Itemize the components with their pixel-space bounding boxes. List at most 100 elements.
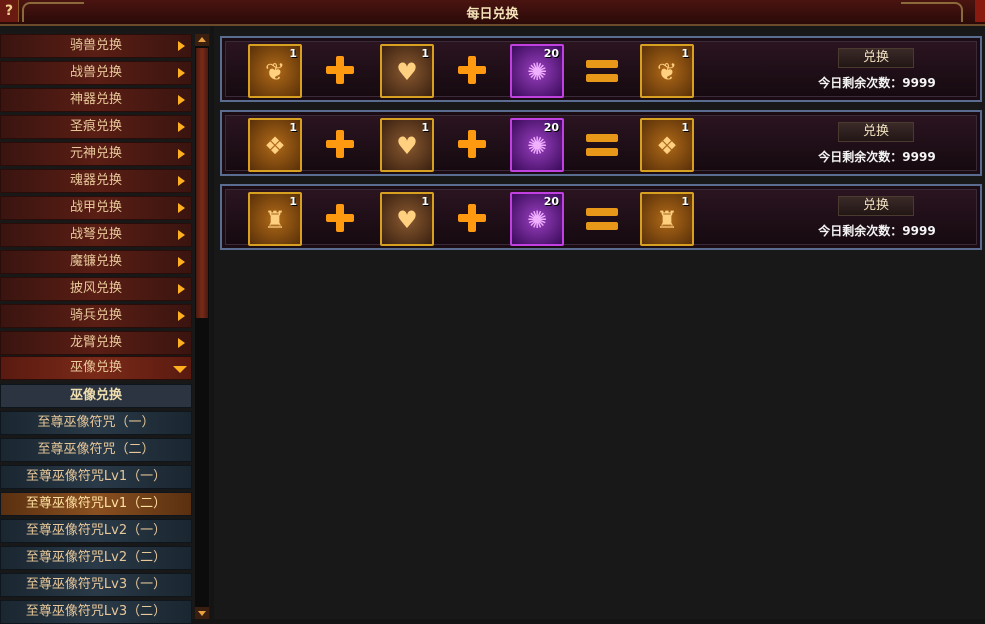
category-label: 魂器兑换 [69,173,122,188]
arrow-right-icon [178,95,185,105]
item-count: 1 [289,121,297,134]
scroll-up-button[interactable] [195,34,209,46]
scroll-thumb[interactable] [196,48,208,318]
sidebar-subitem[interactable]: 至尊巫像符咒Lv3（二） [0,600,192,624]
sidebar-subitem[interactable]: 至尊巫像符咒Lv2（二） [0,546,192,570]
sidebar-subitem[interactable]: 至尊巫像符咒Lv2（一） [0,519,192,543]
sidebar-subitem-selected[interactable]: 至尊巫像符咒Lv1（二） [0,492,192,516]
arrow-right-icon [178,230,185,240]
sidebar-subitem[interactable]: 至尊巫像符咒Lv1（一） [0,465,192,489]
remaining-count: 今日剩余次数：9999 [818,150,936,164]
purple-rune-icon[interactable]: ✺ 20 [510,118,564,172]
category-label: 战弩兑换 [69,227,122,242]
category-label: 巫像兑换 [69,360,122,375]
exchange-row: ♜ 1 ♥ 1 ✺ 20 ♜ 1 兑换 今日剩余次数：9999 [220,184,982,250]
plus-icon [322,126,358,162]
sidebar-category-active[interactable]: 巫像兑换 [0,356,192,380]
category-label: 骑兵兑换 [69,308,122,323]
sidebar-category[interactable]: 圣痕兑换 [0,115,192,139]
item-count: 20 [543,195,559,208]
category-label: 骑兽兑换 [69,38,122,53]
sidebar-subitem[interactable]: 至尊巫像符咒（二） [0,438,192,462]
scroll-down-button[interactable] [195,607,209,619]
equals-icon [584,52,620,88]
exchange-button[interactable]: 兑换 [838,196,914,216]
item-count: 20 [543,47,559,60]
item-count: 1 [681,121,689,134]
item-glyph: ❦ [264,58,286,86]
remaining-count: 今日剩余次数：9999 [818,224,936,238]
sidebar-category[interactable]: 龙臂兑换 [0,331,192,355]
sidebar-category[interactable]: 神器兑换 [0,88,192,112]
heart-card-icon[interactable]: ♥ 1 [380,192,434,246]
item-count: 1 [289,47,297,60]
plus-icon [454,126,490,162]
plus-icon [454,200,490,236]
close-button[interactable] [975,0,985,22]
item-count: 1 [421,121,429,134]
purple-rune-icon[interactable]: ✺ 20 [510,192,564,246]
title-ornament-right [901,2,963,22]
item-glyph: ✺ [526,206,548,234]
sidebar-category[interactable]: 元神兑换 [0,142,192,166]
arrow-right-icon [178,176,185,186]
arrow-right-icon [178,257,185,267]
item-glyph: ♥ [396,132,418,160]
exchange-panel: ❦ 1 ♥ 1 ✺ 20 ❦ 1 兑换 今日剩余次数：9999 ❖ 1 ♥ 1 ✺ 20 ❖ 1… [214,26,985,619]
item-count: 20 [543,121,559,134]
sidebar-category[interactable]: 战弩兑换 [0,223,192,247]
purple-rune-icon[interactable]: ✺ 20 [510,44,564,98]
crystal-charm-icon[interactable]: ❖ 1 [248,118,302,172]
arrow-right-icon [178,68,185,78]
sidebar-category[interactable]: 魔镰兑换 [0,250,192,274]
item-glyph: ❦ [656,58,678,86]
item-glyph: ❖ [264,132,286,160]
exchange-button[interactable]: 兑换 [838,122,914,142]
sidebar-category[interactable]: 魂器兑换 [0,169,192,193]
plus-icon [322,52,358,88]
heart-card-icon[interactable]: ♥ 1 [380,44,434,98]
heart-charm-icon[interactable]: ❦ 1 [640,44,694,98]
exchange-row: ❖ 1 ♥ 1 ✺ 20 ❖ 1 兑换 今日剩余次数：9999 [220,110,982,176]
equals-icon [584,126,620,162]
heart-charm-icon[interactable]: ❦ 1 [248,44,302,98]
sidebar-category[interactable]: 披风兑换 [0,277,192,301]
arrow-right-icon [178,284,185,294]
subitem-header[interactable]: 巫像兑换 [0,384,192,408]
sidebar-category[interactable]: 战兽兑换 [0,61,192,85]
arrow-right-icon [178,41,185,51]
remaining-count: 今日剩余次数：9999 [818,76,936,90]
item-glyph: ✺ [526,58,548,86]
arrow-down-icon [173,366,187,373]
arrow-right-icon [178,338,185,348]
crystal-charm-icon[interactable]: ❖ 1 [640,118,694,172]
sidebar-category[interactable]: 骑兽兑换 [0,34,192,58]
exchange-button[interactable]: 兑换 [838,48,914,68]
category-label: 战兽兑换 [69,65,122,80]
totem-charm-icon[interactable]: ♜ 1 [640,192,694,246]
arrow-right-icon [178,122,185,132]
item-count: 1 [289,195,297,208]
sidebar-subitem[interactable]: 至尊巫像符咒（一） [0,411,192,435]
plus-icon [454,52,490,88]
sidebar-category[interactable]: 战甲兑换 [0,196,192,220]
arrow-right-icon [178,149,185,159]
sidebar-scrollbar[interactable] [195,34,209,619]
category-label: 战甲兑换 [69,200,122,215]
arrow-right-icon [178,203,185,213]
category-label: 元神兑换 [69,146,122,161]
window-title: 每日兑换 [466,7,519,22]
exchange-row: ❦ 1 ♥ 1 ✺ 20 ❦ 1 兑换 今日剩余次数：9999 [220,36,982,102]
category-label: 魔镰兑换 [69,254,122,269]
sidebar: 骑兽兑换 战兽兑换 神器兑换 圣痕兑换 元神兑换 魂器兑换 战甲兑换 战弩兑换 … [0,26,210,624]
totem-charm-icon[interactable]: ♜ 1 [248,192,302,246]
category-label: 圣痕兑换 [69,119,122,134]
sidebar-category[interactable]: 骑兵兑换 [0,304,192,328]
item-count: 1 [681,47,689,60]
item-count: 1 [681,195,689,208]
category-label: 神器兑换 [69,92,122,107]
window-titlebar: ? 每日兑换 [0,0,985,26]
sidebar-subitem[interactable]: 至尊巫像符咒Lv3（一） [0,573,192,597]
item-glyph: ♥ [396,206,418,234]
heart-card-icon[interactable]: ♥ 1 [380,118,434,172]
